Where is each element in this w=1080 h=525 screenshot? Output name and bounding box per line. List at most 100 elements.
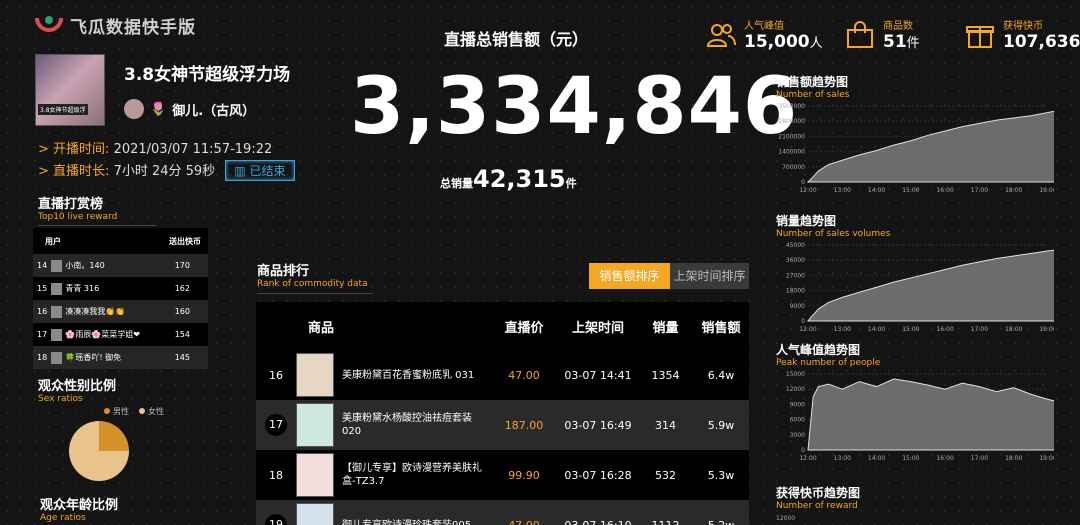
product-subtitle: Rank of commodity data: [257, 279, 368, 289]
x-tick-label: 12:00: [799, 326, 816, 333]
logo-text: 飞瓜数据快手版: [70, 17, 196, 38]
x-tick-label: 12:00: [799, 455, 816, 462]
y-tick-label: 36000: [786, 257, 805, 264]
x-tick-label: 17:00: [971, 455, 988, 462]
x-tick-label: 16:00: [936, 326, 953, 333]
area-series: [807, 378, 1054, 451]
x-tick-label: 18:00: [1005, 326, 1022, 333]
start-time-value: 2021/03/07 11:57-19:22: [113, 142, 273, 157]
duration-value: 7小时 24分 59秒: [113, 164, 216, 179]
duration-line: > 直播时长: 7小时 24分 59秒 ▥ 已结束: [38, 160, 295, 181]
gender-section-header: 观众性别比例 Sex ratios: [38, 375, 116, 404]
reward-row: 15 青青 316 162: [33, 277, 208, 300]
gender-title: 观众性别比例: [38, 379, 117, 394]
product-sales: 5.3w: [707, 468, 735, 482]
total-volume-value: 42,315: [473, 165, 566, 193]
y-tick-label: 0: [801, 179, 805, 186]
y-tick-label: 3000: [790, 432, 805, 439]
tab-sort-by-time[interactable]: 上架时间排序: [670, 263, 749, 289]
age-title: 观众年龄比例: [40, 498, 119, 513]
avatar: [50, 328, 63, 341]
product-rank: 16: [269, 368, 283, 382]
x-tick-label: 12:00: [799, 187, 816, 194]
product-name: 御儿专享欧诗漫珍珠套装005: [342, 519, 472, 525]
coin-trend-chart: 获得快币趋势图 Number of reward 12000: [776, 484, 1054, 522]
reward-table: 用户 送出快币 14 小南。140 170 15 青青 316 162 16 凑凑凑我我👏👏 1…: [33, 228, 208, 369]
total-sales-label: 直播总销售额（元）: [444, 30, 589, 49]
y-tick-label: 9000: [790, 401, 805, 408]
product-name: 美康粉黛百花香蜜粉底乳 031: [342, 369, 475, 381]
x-tick-label: 16:00: [936, 455, 953, 462]
logo-icon: [35, 16, 63, 32]
status-icon: ▥: [234, 164, 250, 178]
gender-subtitle: Sex ratios: [38, 394, 83, 404]
product-time: 03-07 16:10: [564, 518, 632, 525]
x-tick-label: 17:00: [971, 326, 988, 333]
volume-trend-chart: 销量趋势图 Number of sales volumes 0 9000 18000…: [776, 212, 1054, 335]
product-image: [296, 403, 334, 447]
product-row[interactable]: 19 御儿专享欧诗漫珍珠套装005 47.00 03-07 16:10 1112 5.2w: [256, 500, 749, 525]
x-tick-label: 15:00: [902, 326, 919, 333]
x-tick-label: 19:00: [1039, 326, 1054, 333]
gender-pie-chart: [69, 421, 129, 481]
product-sales: 6.4w: [707, 368, 735, 382]
x-tick-label: 15:00: [902, 455, 919, 462]
avatar: [50, 351, 63, 364]
product-name: 【御儿专享】欧诗漫营养美肤礼盒-TZ3.7: [342, 463, 482, 487]
area-series: [806, 110, 1054, 183]
stat-coins: 获得快币 107,636: [965, 17, 1080, 52]
x-tick-label: 18:00: [1005, 187, 1022, 194]
coin-chart-tick: 12000: [776, 515, 796, 522]
anchor-name: 御儿.（古风）: [172, 103, 256, 119]
product-image: [296, 503, 334, 525]
product-time: 03-07 14:41: [564, 368, 632, 382]
product-image: [296, 453, 334, 497]
y-tick-label: 18000: [786, 288, 805, 295]
x-tick-label: 14:00: [868, 326, 885, 333]
reward-table-header: 用户 送出快币: [33, 228, 208, 254]
product-row[interactable]: 16 美康粉黛百花香蜜粉底乳 031 47.00 03-07 14:41 1354 6.4…: [256, 350, 749, 400]
reward-subtitle: Top10 live reward: [38, 212, 118, 222]
start-time-label: 开播时间:: [53, 142, 110, 157]
y-tick-label: 9000: [790, 303, 805, 310]
product-rank: 19: [256, 514, 296, 525]
y-tick-label: 2800000: [778, 118, 805, 125]
product-row[interactable]: 17 美康粉黛水杨酸控油祛痘套装020 187.00 03-07 16:49 314 5.…: [256, 400, 749, 450]
age-section-header: 观众年龄比例 Age ratios: [40, 494, 118, 523]
tab-sort-by-sales[interactable]: 销售额排序: [589, 263, 670, 289]
product-time: 03-07 16:49: [564, 418, 632, 432]
age-subtitle: Age ratios: [40, 513, 86, 523]
cover-banner-text: 3.8女神节超级浮: [38, 104, 88, 115]
status-badge: ▥ 已结束: [225, 160, 295, 181]
anchor-info[interactable]: 🌷 御儿.（古风）: [124, 99, 255, 119]
x-tick-label: 19:00: [1039, 455, 1054, 462]
stat-product-count: 商品数 51件: [845, 17, 920, 52]
reward-row: 17 🌸雨辰🌸菜菜学姐❤ 154: [33, 323, 208, 346]
product-sales: 5.9w: [707, 418, 735, 432]
x-tick-label: 13:00: [834, 187, 851, 194]
product-time: 03-07 16:28: [564, 468, 632, 482]
x-tick-label: 13:00: [834, 326, 851, 333]
y-tick-label: 3500000: [778, 103, 805, 110]
product-section-header: 商品排行 Rank of commodity data: [257, 260, 373, 294]
app-logo[interactable]: 飞瓜数据快手版: [34, 12, 196, 38]
y-tick-label: 0: [801, 318, 805, 325]
product-price: 99.90: [508, 468, 540, 482]
legend-female: 女性: [139, 406, 164, 417]
y-tick-label: 15000: [786, 371, 805, 378]
live-cover-image: 3.8女神节超级浮: [35, 54, 105, 126]
avatar: [50, 259, 63, 272]
reward-row: 16 凑凑凑我我👏👏 160: [33, 300, 208, 323]
peak-trend-chart: 人气峰值趋势图 Peak number of people 0 3000 6000 9…: [776, 341, 1054, 464]
stat-peak-people: 人气峰值 15,000人: [706, 17, 823, 52]
product-rank: 18: [269, 468, 283, 482]
start-time-line: > 开播时间: 2021/03/07 11:57-19:22: [38, 142, 273, 157]
product-row[interactable]: 18 【御儿专享】欧诗漫营养美肤礼盒-TZ3.7 99.90 03-07 16:28 5…: [256, 450, 749, 500]
total-sales-value: 3,334,846: [350, 62, 799, 152]
product-name: 美康粉黛水杨酸控油祛痘套装020: [342, 413, 472, 437]
x-tick-label: 14:00: [868, 455, 885, 462]
tulip-icon: 🌷: [150, 101, 167, 117]
sales-trend-chart: 销售额趋势图 Number of sales 0 700000 1400000 210…: [776, 73, 1054, 196]
y-tick-label: 700000: [782, 164, 805, 171]
product-sales: 5.2w: [707, 518, 735, 525]
